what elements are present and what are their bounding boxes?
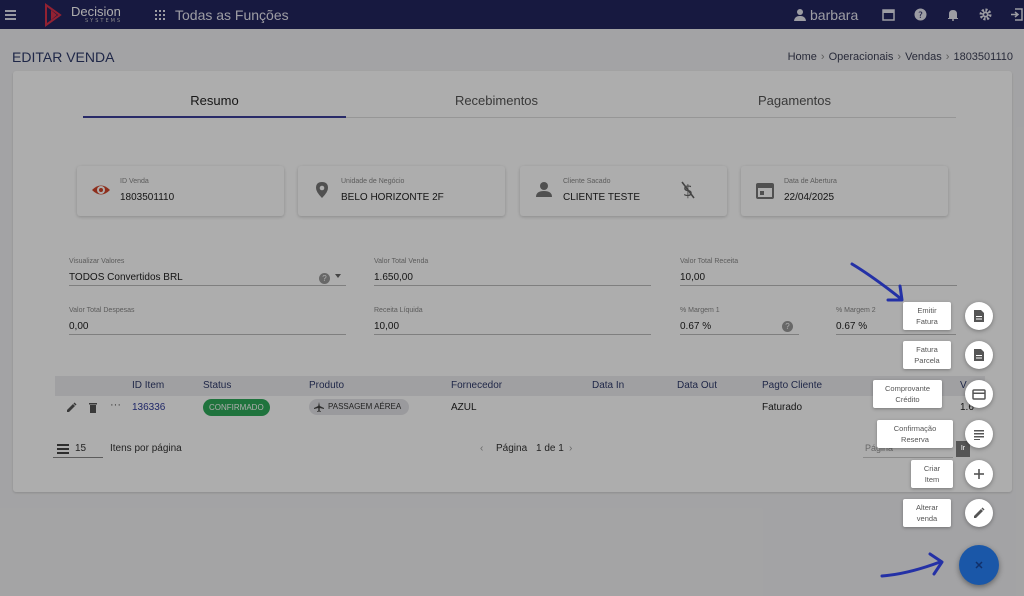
- fatura-parcela-button[interactable]: [965, 341, 993, 369]
- label-line: Crédito: [895, 395, 920, 404]
- comprovante-credito-button[interactable]: [965, 380, 993, 408]
- credit-card-icon: [972, 388, 986, 400]
- label-line: Fatura: [916, 317, 938, 326]
- label-line: Criar: [923, 464, 941, 473]
- label-line: Emitir: [917, 306, 937, 315]
- pencil-icon: [974, 507, 985, 518]
- fab-close-button[interactable]: [959, 545, 999, 585]
- document-icon: [974, 349, 984, 361]
- alterar-venda-button[interactable]: [965, 499, 993, 527]
- plus-icon: [974, 469, 984, 479]
- close-icon: [975, 561, 983, 569]
- emitir-fatura-label[interactable]: Emitir Fatura: [903, 302, 951, 330]
- label-line: Fatura: [916, 345, 938, 354]
- emitir-fatura-button[interactable]: [965, 302, 993, 330]
- confirmacao-reserva-button[interactable]: [965, 420, 993, 448]
- label-line: Alterar: [915, 503, 939, 512]
- criar-item-button[interactable]: [965, 460, 993, 488]
- alterar-venda-label[interactable]: Alterar venda: [903, 499, 951, 527]
- annotation-arrow-icon: [850, 262, 904, 302]
- label-line: Item: [924, 475, 940, 484]
- fatura-parcela-label[interactable]: Fatura Parcela: [903, 341, 951, 369]
- label-line: Reserva: [901, 435, 929, 444]
- comprovante-credito-label[interactable]: Comprovante Crédito: [873, 380, 942, 408]
- notes-icon: [974, 429, 984, 440]
- document-icon: [974, 310, 984, 322]
- criar-item-label[interactable]: Criar Item: [911, 460, 953, 488]
- label-line: Parcela: [914, 356, 940, 365]
- annotation-arrow-icon: [880, 552, 944, 578]
- label-line: Confirmação: [893, 424, 937, 433]
- confirmacao-reserva-label[interactable]: Confirmação Reserva: [877, 420, 953, 448]
- label-line: venda: [916, 514, 938, 523]
- label-line: Comprovante: [884, 384, 931, 393]
